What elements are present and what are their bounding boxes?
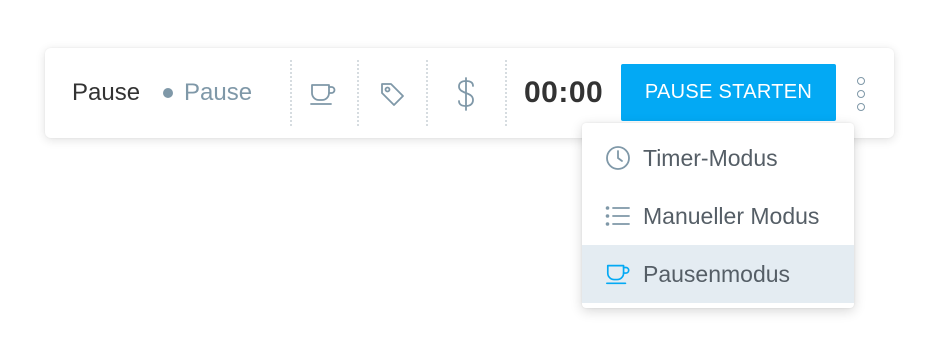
divider <box>290 60 292 126</box>
clock-icon <box>605 145 631 171</box>
divider <box>426 60 428 126</box>
dot <box>857 77 865 85</box>
entry-description[interactable]: Pause <box>72 76 140 110</box>
tag-icon[interactable] <box>372 74 412 114</box>
divider <box>505 60 507 126</box>
vertical-dots-icon[interactable] <box>851 74 871 114</box>
coffee-cup-icon <box>605 261 631 287</box>
timer-display: 00:00 <box>524 76 604 109</box>
dot <box>857 90 865 98</box>
list-icon <box>605 203 631 229</box>
menu-item-label: Pausenmodus <box>643 260 791 287</box>
project-color-dot <box>163 88 173 98</box>
mode-menu: Timer-Modus Manueller Modus Pausenmodus <box>582 123 854 308</box>
menu-item-label: Timer-Modus <box>643 144 778 171</box>
project-label: Pause <box>184 79 253 106</box>
menu-item-label: Manueller Modus <box>643 202 820 229</box>
coffee-cup-icon[interactable] <box>303 74 343 114</box>
stage: Pause Pause 00:00 PAUSE STARTEN Timer-Mo… <box>0 0 940 357</box>
menu-item-break-mode[interactable]: Pausenmodus <box>582 245 854 303</box>
project-selector[interactable]: Pause <box>163 76 252 110</box>
start-break-button[interactable]: PAUSE STARTEN <box>621 64 836 121</box>
dot <box>857 103 865 111</box>
menu-item-timer-mode[interactable]: Timer-Modus <box>582 129 854 187</box>
dollar-icon[interactable] <box>446 74 486 114</box>
menu-item-manual-mode[interactable]: Manueller Modus <box>582 187 854 245</box>
divider <box>357 60 359 126</box>
